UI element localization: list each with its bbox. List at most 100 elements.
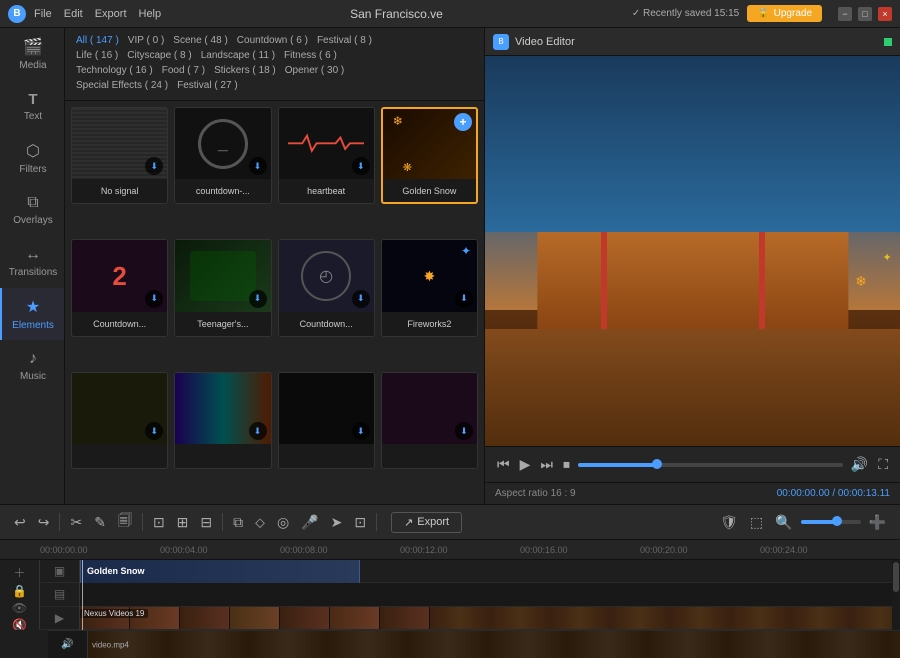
sidebar-item-overlays[interactable]: ⧉ Overlays	[0, 184, 64, 236]
audio-track[interactable]: video.mp4	[88, 631, 900, 658]
minimize-button[interactable]: −	[838, 7, 852, 21]
tag-technology[interactable]: Technology ( 16 )	[73, 64, 156, 77]
zoom-out-button[interactable]: 🔍	[771, 512, 796, 533]
mute-button[interactable]: 🔇	[6, 618, 34, 630]
grid-item-bottom4[interactable]: ⬇	[381, 372, 478, 469]
download-btn-fireworks2[interactable]: ⬇	[455, 290, 473, 308]
grid-item-countdown3[interactable]: ◴ ⬇ Countdown...	[278, 239, 375, 336]
titlebar-left: B File Edit Export Help	[8, 5, 161, 23]
grid-item-no-signal[interactable]: ⬇ No signal	[71, 107, 168, 204]
merge-button[interactable]: ⊞	[173, 512, 193, 533]
export-button[interactable]: ↗ Export	[391, 512, 462, 533]
volume-button[interactable]: 🔊	[849, 454, 870, 475]
fireworks-sparkle2: ✦	[461, 244, 471, 258]
tag-vip[interactable]: VIP ( 0 )	[125, 34, 168, 47]
grid-item-golden-snow[interactable]: ❄ ✦ ❋ + Golden Snow	[381, 107, 478, 204]
audio-button[interactable]: 🎤	[297, 512, 322, 533]
tag-cityscape[interactable]: Cityscape ( 8 )	[124, 49, 194, 62]
zoom-bar[interactable]	[801, 520, 861, 524]
track-3[interactable]: Nexus Videos 19	[80, 607, 892, 630]
add-track-button[interactable]: ＋	[6, 564, 34, 581]
download-btn-bottom1[interactable]: ⬇	[145, 422, 163, 440]
grid-item-bottom1[interactable]: ⬇	[71, 372, 168, 469]
motion-button[interactable]: ➤	[327, 512, 347, 533]
grid-item-teenager[interactable]: ⬇ Teenager's...	[174, 239, 271, 336]
side-controls: ＋ 🔒 👁 🔇	[0, 560, 40, 630]
remove-button[interactable]: ⊟	[196, 512, 216, 533]
download-btn-countdown2[interactable]: ⬇	[145, 290, 163, 308]
sidebar-item-music[interactable]: ♪ Music	[0, 340, 64, 392]
scrollbar-vertical[interactable]	[892, 560, 900, 630]
color-button[interactable]: ◎	[273, 512, 293, 533]
sidebar-item-text[interactable]: T Text	[0, 80, 64, 132]
download-btn-bottom2[interactable]: ⬇	[249, 422, 267, 440]
tag-special-effects[interactable]: Special Effects ( 24 )	[73, 79, 171, 92]
sidebar-item-media[interactable]: 🎬 Media	[0, 28, 64, 80]
tag-all[interactable]: All ( 147 )	[73, 34, 122, 47]
keyframe-button[interactable]: ⬦	[251, 512, 269, 533]
stop-button[interactable]: ⏹	[561, 454, 572, 475]
tag-stickers[interactable]: Stickers ( 18 )	[211, 64, 279, 77]
zoom-in-button[interactable]: ➕	[865, 512, 890, 533]
copy-button[interactable]: 🗐	[114, 508, 136, 536]
skip-back-button[interactable]: ⏮	[495, 454, 512, 475]
download-btn-countdown3[interactable]: ⬇	[352, 290, 370, 308]
split-button[interactable]: ⊡	[149, 512, 169, 533]
progress-bar[interactable]	[578, 463, 843, 467]
edit-button[interactable]: ✎	[90, 512, 110, 533]
grid-item-heartbeat[interactable]: ⬇ heartbeat	[278, 107, 375, 204]
download-btn-countdown-dash[interactable]: ⬇	[249, 157, 267, 175]
grid-item-fireworks2[interactable]: ✸ ✦ ⬇ Fireworks2	[381, 239, 478, 336]
fullscreen-button[interactable]: ⛶	[876, 454, 890, 475]
overlay-btn[interactable]: ⧉	[229, 512, 247, 533]
content-panel: All ( 147 ) VIP ( 0 ) Scene ( 48 ) Count…	[65, 28, 485, 504]
track-2[interactable]	[80, 583, 892, 606]
crop-button[interactable]: ⊡	[350, 512, 370, 533]
shield-button[interactable]: 🛡	[716, 512, 742, 533]
grid-label-fireworks2: Fireworks2	[382, 312, 477, 336]
sidebar-item-filters[interactable]: ⬡ Filters	[0, 132, 64, 184]
filters-icon: ⬡	[26, 141, 40, 161]
tag-festival1[interactable]: Festival ( 8 )	[314, 34, 375, 47]
track-1[interactable]: Golden Snow	[80, 560, 892, 583]
grid-item-countdown2[interactable]: 2 ⬇ Countdown...	[71, 239, 168, 336]
eye-button[interactable]: 👁	[6, 601, 34, 615]
sidebar-item-elements[interactable]: ★ Elements	[0, 288, 64, 340]
clip-golden-snow[interactable]: Golden Snow	[80, 560, 360, 585]
lock-button[interactable]: 🔒	[6, 584, 34, 598]
grid-item-bottom3[interactable]: ⬇	[278, 372, 375, 469]
grid-label-countdown3: Countdown...	[279, 312, 374, 336]
tag-life[interactable]: Life ( 16 )	[73, 49, 121, 62]
tag-opener[interactable]: Opener ( 30 )	[282, 64, 347, 77]
grid-item-countdown-dash[interactable]: _ ⬇ countdown-...	[174, 107, 271, 204]
menu-export[interactable]: Export	[95, 8, 127, 20]
tag-scene[interactable]: Scene ( 48 )	[170, 34, 230, 47]
caption-button[interactable]: ⬚	[746, 512, 767, 533]
close-button[interactable]: ×	[878, 7, 892, 21]
maximize-button[interactable]: □	[858, 7, 872, 21]
tag-fitness[interactable]: Fitness ( 6 )	[281, 49, 340, 62]
redo-button[interactable]: ↪	[34, 512, 54, 533]
undo-button[interactable]: ↩	[10, 512, 30, 533]
tag-landscape[interactable]: Landscape ( 11 )	[198, 49, 278, 62]
menu-file[interactable]: File	[34, 8, 52, 20]
grid-item-bottom2[interactable]: ⬇	[174, 372, 271, 469]
upgrade-button[interactable]: 🔒 Upgrade	[747, 5, 822, 22]
scrollbar-thumb[interactable]	[893, 562, 899, 592]
tag-food[interactable]: Food ( 7 )	[159, 64, 208, 77]
download-btn-bottom3[interactable]: ⬇	[352, 422, 370, 440]
clip-golden-snow-label: Golden Snow	[87, 566, 145, 576]
menu-edit[interactable]: Edit	[64, 8, 83, 20]
download-btn-bottom4[interactable]: ⬇	[455, 422, 473, 440]
download-btn-heartbeat[interactable]: ⬇	[352, 157, 370, 175]
add-btn-golden-snow[interactable]: +	[454, 113, 472, 131]
tag-festival2[interactable]: Festival ( 27 )	[174, 79, 241, 92]
play-button[interactable]: ▶	[518, 454, 533, 475]
tag-countdown[interactable]: Countdown ( 6 )	[234, 34, 311, 47]
download-btn-teenager[interactable]: ⬇	[249, 290, 267, 308]
sidebar-item-transitions[interactable]: ↔ Transitions	[0, 236, 64, 288]
menu-help[interactable]: Help	[139, 8, 162, 20]
skip-forward-button[interactable]: ⏭	[538, 454, 555, 475]
cut-button[interactable]: ✂	[66, 512, 86, 533]
transitions-icon: ↔	[25, 246, 41, 264]
